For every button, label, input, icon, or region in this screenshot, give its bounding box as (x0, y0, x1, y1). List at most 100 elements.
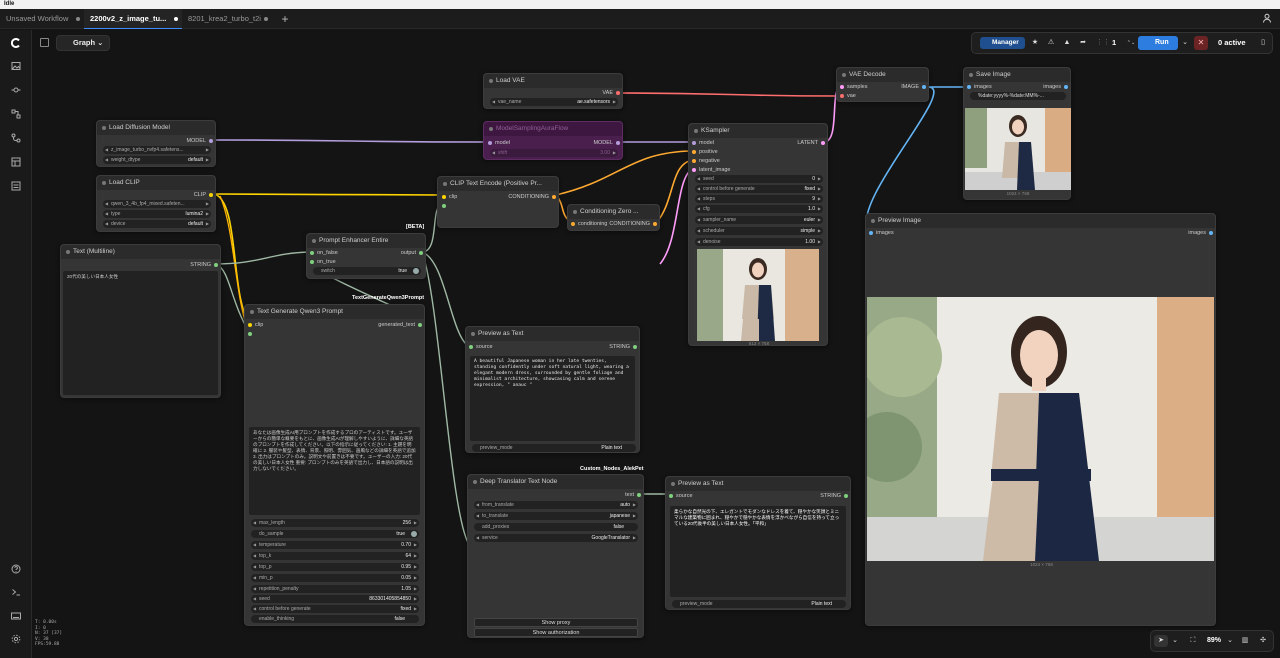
comfy-logo-icon[interactable] (11, 38, 21, 48)
output-clip-slot[interactable]: CLIP (194, 191, 214, 199)
input-positive-slot[interactable]: positive (692, 148, 718, 156)
input-on-false-slot[interactable]: on_false (310, 249, 338, 257)
qwen-widget-control[interactable]: control before generate fixed (251, 605, 419, 613)
output-string-slot[interactable]: STRING (190, 261, 218, 269)
output-conditioning-slot[interactable]: CONDITIONING (609, 220, 657, 228)
output-images-slot[interactable]: images (1188, 229, 1213, 237)
select-pointer-icon[interactable]: ➤ (1154, 635, 1168, 647)
node-title[interactable]: CLIP Text Encode (Positive Pr... (438, 177, 558, 191)
node-save-image[interactable]: Save Image images images %date:yyyy%-%da… (963, 67, 1071, 200)
qwen-widget-temperature[interactable]: temperature 0.70 (251, 541, 419, 549)
output-string-slot[interactable]: STRING (820, 492, 848, 500)
ksampler-widget-control[interactable]: control before generate fixed (695, 185, 823, 193)
nodes-icon[interactable] (11, 85, 21, 95)
vae-name-widget[interactable]: vae_name ae.safetensors (490, 98, 618, 106)
queue-icon[interactable] (11, 181, 21, 191)
preview-mode-select[interactable]: preview_mode Plain text (472, 444, 636, 452)
input-source-slot[interactable]: source (469, 343, 493, 351)
output-image-slot[interactable]: IMAGE (901, 83, 926, 91)
input-samples-slot[interactable]: samples (840, 83, 867, 91)
node-model-sampling-auraflow[interactable]: ModelSamplingAuraFlow model MODEL shift 3… (483, 121, 623, 160)
node-title[interactable]: Load Diffusion Model (97, 121, 215, 135)
stop-button[interactable]: ✕ (1194, 36, 1208, 50)
minimap-icon[interactable]: ▥ (1238, 635, 1252, 647)
qwen-widget-seed[interactable]: seed 863301405854850 (251, 595, 419, 603)
unet-name-widget[interactable]: z_image_turbo_nvfp4.safetens... (103, 146, 211, 154)
node-title[interactable]: VAE Decode (837, 68, 928, 82)
preview-mode-select[interactable]: preview_mode Plain text (672, 600, 846, 608)
filename-prefix-widget[interactable]: %date:yyyy%-%date:MM%-... (970, 92, 1066, 100)
manager-button[interactable]: Manager (980, 37, 1025, 49)
zoom-dropdown-icon[interactable]: ⌄ (1223, 635, 1237, 647)
run-button[interactable]: Run (1138, 36, 1178, 50)
node-title[interactable]: Save Image (964, 68, 1070, 82)
input-vae-slot[interactable]: vae (840, 92, 856, 100)
system-prompt-textarea[interactable]: あなたは画像生成AI用プロンプトを作成するプロのアーティストです。ユーザーからの… (249, 427, 420, 515)
node-load-vae[interactable]: Load VAE VAE vae_name ae.safetensors (483, 73, 623, 109)
node-load-clip[interactable]: Load CLIP CLIP qwen_3_4b_fp4_mixed.safet… (96, 175, 216, 232)
translator-widget-add-proxies[interactable]: add_proxies false (474, 523, 638, 531)
link-visibility-icon[interactable]: ✣ (1256, 635, 1270, 647)
output-string-slot[interactable]: STRING (609, 343, 637, 351)
clip-device-widget[interactable]: device default (103, 220, 211, 228)
input-negative-slot[interactable]: negative (692, 157, 720, 165)
translator-widget-service[interactable]: service GoogleTranslator (474, 534, 638, 542)
node-preview-as-text-english[interactable]: Preview as Text source STRING A beautifu… (465, 326, 640, 453)
alert-icon[interactable]: ▲ (1060, 37, 1074, 49)
settings-gear-icon[interactable] (11, 634, 21, 644)
node-title[interactable]: Deep Translator Text Node (468, 475, 643, 489)
node-title[interactable]: Text (Multiline) (61, 245, 220, 259)
images-icon[interactable] (11, 61, 21, 71)
warning-icon[interactable]: ⚠ (1044, 37, 1058, 49)
node-preview-as-text-japanese[interactable]: Preview as Text source STRING 柔らかな自然光の下、… (665, 476, 851, 610)
input-on-true-slot[interactable]: on_true (310, 258, 336, 266)
qwen-widget-max-length[interactable]: max_length 256 (251, 519, 419, 527)
input-images-slot[interactable]: images (967, 83, 992, 91)
qwen-widget-top-k[interactable]: top_k 64 (251, 552, 419, 560)
node-title[interactable]: Load VAE (484, 74, 622, 88)
queue-count[interactable]: 1 (1112, 37, 1116, 49)
node-conditioning-zero-out[interactable]: Conditioning Zero ... conditioning CONDI… (567, 204, 660, 231)
star-icon[interactable]: ★ (1028, 37, 1042, 49)
node-preview-image[interactable]: Preview Image images images 1024 × 768 (865, 213, 1216, 626)
tab-2200v2[interactable]: 2200v2_z_image_tu... (84, 9, 182, 29)
ksampler-widget-seed[interactable]: seed 0 (695, 175, 823, 183)
model-library-icon[interactable] (11, 109, 21, 119)
input-images-slot[interactable]: images (869, 229, 894, 237)
node-title[interactable]: Preview Image (866, 214, 1215, 228)
input-model-slot[interactable]: model (488, 139, 510, 147)
drag-handle-icon[interactable]: ⋮⋮ (1096, 37, 1110, 49)
share-icon[interactable]: ➦ (1076, 37, 1090, 49)
qwen-widget-min-p[interactable]: min_p 0.05 (251, 574, 419, 582)
input-latent-slot[interactable]: latent_image (692, 166, 731, 174)
output-generated-text-slot[interactable]: generated_text (378, 321, 422, 329)
workflows-icon[interactable] (11, 133, 21, 143)
ksampler-widget-steps[interactable]: steps 9 (695, 195, 823, 203)
node-vae-decode[interactable]: VAE Decode samples IMAGE vae (836, 67, 929, 102)
weight-dtype-widget[interactable]: weight_dtype default (103, 156, 211, 164)
qwen-widget-top-p[interactable]: top_p 0.95 (251, 563, 419, 571)
stepper-icon[interactable]: ⌃⌄ (1124, 37, 1138, 49)
node-load-diffusion-model[interactable]: Load Diffusion Model MODEL z_image_turbo… (96, 120, 216, 167)
input-model-slot[interactable]: model (692, 139, 714, 147)
sidebar-toggle-icon[interactable]: ▯ (1256, 37, 1270, 49)
node-title[interactable]: Conditioning Zero ... (568, 205, 659, 219)
terminal-icon[interactable] (11, 587, 21, 597)
tab-unsaved-workflow[interactable]: Unsaved Workflow (0, 9, 84, 29)
switch-toggle[interactable]: switch true (313, 267, 421, 275)
node-text-generate-qwen3[interactable]: Text Generate Qwen3 Prompt clip generate… (244, 304, 425, 626)
output-model-slot[interactable]: MODEL (593, 139, 620, 147)
output-conditioning-slot[interactable]: CONDITIONING (508, 193, 556, 201)
node-prompt-enhancer[interactable]: Prompt Enhancer Entire on_false output o… (306, 233, 426, 279)
input-text-slot[interactable]: text (442, 202, 458, 210)
qwen-widget-enable-thinking[interactable]: enable_thinking false (251, 615, 419, 623)
input-clip-slot[interactable]: clip (442, 193, 457, 201)
qwen-widget-repetition-penalty[interactable]: repetition_penalty 1.05 (251, 585, 419, 593)
input-conditioning-slot[interactable]: conditioning (571, 220, 607, 228)
node-title[interactable]: Prompt Enhancer Entire (307, 234, 425, 248)
output-text-slot[interactable]: text (625, 491, 641, 499)
node-title[interactable]: Preview as Text (466, 327, 639, 341)
shift-widget[interactable]: shift 3.00 (490, 149, 618, 157)
tab-8201-krea2[interactable]: 8201_krea2_turbo_t2i (182, 9, 272, 29)
ksampler-widget-sampler[interactable]: sampler_name euler (695, 216, 823, 224)
